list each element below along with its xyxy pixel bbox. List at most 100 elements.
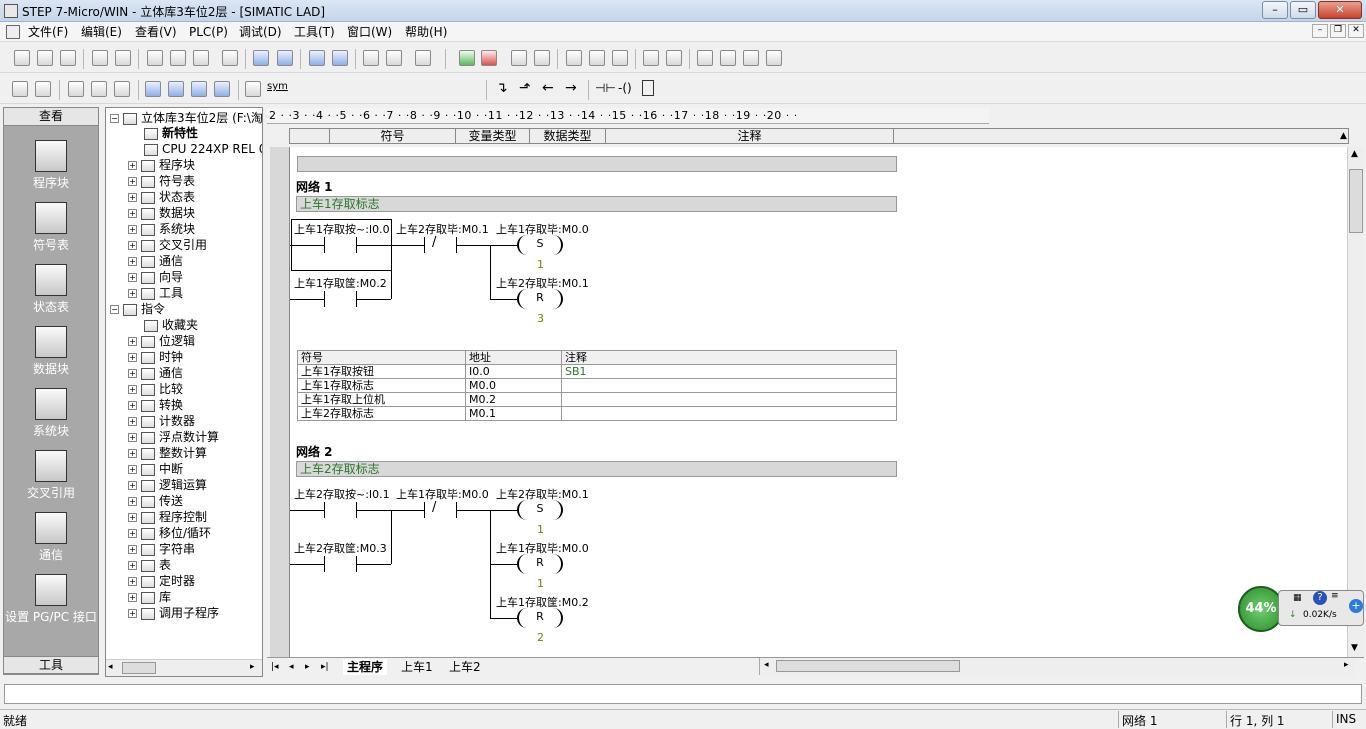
cross-reference-icon[interactable] [35,450,67,482]
mdi-minimize-button[interactable]: – [1312,24,1328,38]
tree-item-status-table[interactable]: + 状态表 [128,189,195,205]
output-bar[interactable] [4,684,1362,704]
apply-symbols-icon[interactable] [245,81,261,97]
mdi-close-button[interactable]: ✕ [1348,24,1364,38]
tree-horizontal-scrollbar[interactable]: ◂ ▸ [106,659,262,676]
tree-instr-string[interactable]: + 字符串 [128,541,195,557]
menu-plc[interactable]: PLC(P) [189,24,228,40]
down-line-icon[interactable]: ↴ [496,80,508,96]
tree-instr-library[interactable]: + 库 [128,589,171,605]
right-line-icon[interactable]: → [565,80,577,96]
n1-coil-set[interactable]: S [517,235,563,255]
scroll-left-icon[interactable]: ◂ [764,660,769,670]
tab-main[interactable]: 主程序 [343,659,388,675]
nav-set-pgpc[interactable]: 设置 PG/PC 接口 [4,608,98,625]
copy-icon[interactable] [170,50,186,66]
unforce-all-icon[interactable] [766,50,782,66]
tree-item-symbol-table[interactable]: + 符号表 [128,173,195,189]
print-preview-icon[interactable] [115,50,131,66]
contact-icon[interactable]: ⊣⊢ [595,81,616,95]
network-1-title[interactable]: 网络 1 [296,178,333,195]
compile-icon[interactable] [253,50,269,66]
menu-view[interactable]: 查看(V) [135,24,177,40]
open-icon[interactable] [37,50,53,66]
n2-coil-reset-1[interactable]: R [517,554,563,574]
nav-symbol-table[interactable]: 符号表 [4,236,98,253]
n1-coil-reset[interactable]: R [517,289,563,309]
scroll-left-icon[interactable]: ◂ [108,662,113,672]
close-button[interactable]: ✕ [1318,1,1362,19]
new-icon[interactable] [14,50,30,66]
program-comment-bar[interactable] [297,156,897,172]
network-2-comment[interactable]: 上车2存取标志 [296,461,897,477]
minimize-button[interactable]: – [1262,1,1288,19]
tree-instr-shift[interactable]: + 移位/循环 [128,525,211,541]
tab-first-icon[interactable]: |◂ [271,659,279,675]
tree-item-program-block[interactable]: + 程序块 [128,157,195,173]
symbol-table-icon[interactable] [35,202,67,234]
tree-instr-subroutine[interactable]: + 调用子程序 [128,605,219,621]
insert-network-icon[interactable] [12,81,28,97]
tree-instr-compare[interactable]: + 比较 [128,381,183,397]
tree-item-wizard[interactable]: + 向导 [128,269,183,285]
nav-communication[interactable]: 通信 [4,546,98,563]
tab-car1[interactable]: 上车1 [401,659,433,675]
n2-coil-reset-2[interactable]: R [517,608,563,628]
network-1-comment[interactable]: 上车1存取标志 [296,196,897,212]
menu-file[interactable]: 文件(F) [28,24,68,40]
left-line-icon[interactable]: ← [542,80,554,96]
menu-window[interactable]: 窗口(W) [347,24,392,40]
prev-bookmark-icon[interactable] [191,81,207,97]
read-forced-icon[interactable] [743,50,759,66]
tree-instr-counter[interactable]: + 计数器 [128,413,195,429]
tree-instr-bit-logic[interactable]: + 位逻辑 [128,333,195,349]
scroll-right-icon[interactable]: ▸ [1344,660,1349,670]
nav-status-table[interactable]: 状态表 [4,298,98,315]
remove-bookmarks-icon[interactable] [214,81,230,97]
tree-item-cross-ref[interactable]: + 交叉引用 [128,237,207,253]
nav-footer[interactable]: 工具 [4,656,98,674]
nav-cross-reference[interactable]: 交叉引用 [4,484,98,501]
scroll-thumb[interactable] [776,660,960,672]
nav-system-block[interactable]: 系统块 [4,422,98,439]
keyboard-icon[interactable]: ▦ [1293,593,1302,603]
program-block-icon[interactable] [35,140,67,172]
tree-item-cpu[interactable]: CPU 224XP REL 02 [144,141,262,157]
pause-status-icon[interactable] [534,50,550,66]
tree-instr-convert[interactable]: + 转换 [128,397,183,413]
force-icon[interactable] [643,50,659,66]
toggle-bookmark-icon[interactable] [145,81,161,97]
menu-icon[interactable]: ≡ [1331,591,1339,601]
sort-asc-icon[interactable] [363,50,379,66]
unforce-icon[interactable] [666,50,682,66]
col-var-type[interactable]: 变量类型 [456,129,530,143]
sort-desc-icon[interactable] [386,50,402,66]
editor-horizontal-scrollbar[interactable]: ◂ ▸ [759,658,1355,675]
toggle-comment-icon[interactable] [91,81,107,97]
write-all-icon[interactable] [612,50,628,66]
maximize-button[interactable]: ▭ [1290,1,1316,19]
tab-next-icon[interactable]: ▸ [305,659,310,675]
communication-icon[interactable] [35,512,67,544]
menu-debug[interactable]: 调试(D) [239,24,282,40]
scroll-right-icon[interactable]: ▸ [250,662,255,672]
chart-status-icon[interactable] [566,50,582,66]
col-comment[interactable]: 注释 [606,129,894,143]
tree-instr-logic[interactable]: + 逻辑运算 [128,477,207,493]
tree-instr-timer[interactable]: + 定时器 [128,573,195,589]
symbol-info-icon[interactable] [114,81,130,97]
menu-edit[interactable]: 编辑(E) [81,24,122,40]
tree-item-tools[interactable]: + 工具 [128,285,183,301]
tree-instr-integer[interactable]: + 整数计算 [128,445,207,461]
lock-icon[interactable] [697,50,713,66]
plus-icon[interactable]: + [1349,599,1363,613]
single-read-icon[interactable] [589,50,605,66]
editor-vertical-scrollbar[interactable]: ▲ ▼ [1347,147,1364,657]
status-table-icon[interactable] [35,264,67,296]
toggle-poe-icon[interactable] [68,81,84,97]
coil-icon[interactable]: -() [618,81,632,95]
tree-instr-program-control[interactable]: + 程序控制 [128,509,207,525]
options-icon[interactable] [415,50,431,66]
tree-instr-clock[interactable]: + 时钟 [128,349,183,365]
menu-help[interactable]: 帮助(H) [405,24,447,40]
